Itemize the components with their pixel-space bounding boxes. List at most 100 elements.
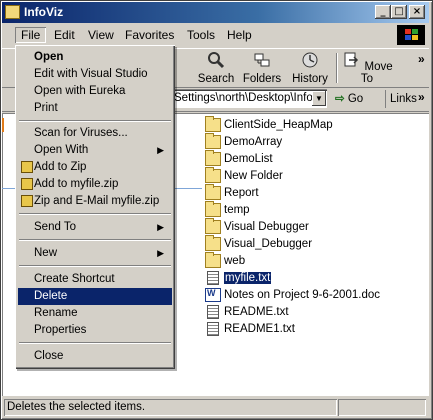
menu-item-scan-for-viruses[interactable]: Scan for Viruses... [18, 125, 172, 142]
minimize-button[interactable]: _ [375, 5, 391, 19]
file-name: DemoList [224, 152, 273, 165]
list-item[interactable]: web [205, 251, 380, 269]
menu-item-label: Delete [34, 290, 68, 302]
links-more-chevron-icon[interactable]: » [418, 90, 425, 104]
menu-item-delete[interactable]: Delete [18, 288, 172, 305]
links-button[interactable]: Links [385, 90, 417, 108]
go-label: Go [347, 93, 364, 105]
menu-item-label: Scan for Viruses... [34, 127, 128, 139]
list-item[interactable]: temp [205, 200, 380, 218]
file-name: Visual_Debugger [224, 237, 313, 250]
file-name: temp [224, 203, 250, 216]
menu-item-label: Send To [34, 221, 76, 233]
list-item[interactable]: New Folder [205, 166, 380, 184]
status-pane [338, 399, 426, 416]
menu-item-label: Print [34, 102, 58, 114]
menu-item-open-with-eureka[interactable]: Open with Eureka [18, 83, 172, 100]
go-button[interactable]: ⇨ Go [335, 90, 363, 108]
menu-item-label: Zip and E-Mail myfile.zip [34, 195, 160, 207]
menu-item-label: New [34, 247, 58, 259]
text-file-icon [207, 304, 219, 319]
list-item[interactable]: Notes on Project 9-6-2001.doc [205, 286, 380, 303]
file-list: ClientSide_HeapMap DemoArray DemoList Ne… [205, 115, 380, 337]
menu-item-label: Close [34, 350, 64, 362]
window-title: InfoViz [24, 5, 64, 19]
menu-item-label: Open with Eureka [34, 85, 126, 97]
zip-icon [21, 195, 33, 207]
menu-item-zip-and-email[interactable]: Zip and E-Mail myfile.zip [18, 193, 172, 210]
file-name: Visual Debugger [224, 220, 309, 233]
list-item[interactable]: DemoArray [205, 132, 380, 150]
submenu-arrow-icon: ▶ [157, 248, 164, 258]
menu-item-open[interactable]: Open [18, 49, 172, 66]
status-bar: Deletes the selected items. [2, 398, 429, 417]
list-item[interactable]: README.txt [205, 303, 380, 320]
address-dropdown-arrow-icon[interactable]: ▼ [312, 91, 326, 106]
submenu-arrow-icon: ▶ [157, 222, 164, 232]
move-to-button[interactable]: Move To [339, 51, 395, 85]
menu-separator [19, 342, 171, 344]
menu-help[interactable]: Help [221, 27, 258, 43]
list-item[interactable]: DemoList [205, 149, 380, 167]
history-button[interactable]: History [286, 51, 334, 85]
close-button[interactable]: × [409, 5, 425, 19]
menu-item-open-with[interactable]: Open With ▶ [18, 142, 172, 159]
menu-item-new[interactable]: New ▶ [18, 245, 172, 262]
file-name: DemoArray [224, 135, 283, 148]
move-to-icon [344, 52, 359, 67]
title-bar[interactable]: InfoViz _ □ × [2, 2, 429, 23]
menu-file[interactable]: File [15, 27, 46, 43]
history-label: History [292, 73, 328, 85]
file-name: README.txt [224, 305, 289, 318]
search-icon [208, 52, 225, 69]
list-item[interactable]: Visual Debugger [205, 217, 380, 235]
folder-icon [205, 115, 221, 132]
menu-item-send-to[interactable]: Send To ▶ [18, 219, 172, 236]
menu-item-add-to-zip[interactable]: Add to Zip [18, 159, 172, 176]
menu-item-label: Properties [34, 324, 87, 336]
menu-item-label: Open [34, 51, 64, 63]
search-label: Search [197, 73, 235, 85]
list-item[interactable]: Report [205, 183, 380, 201]
list-item-selected[interactable]: myfile.txt [205, 269, 380, 286]
menu-favorites[interactable]: Favorites [119, 27, 180, 43]
zip-icon [21, 178, 33, 190]
folder-icon [205, 217, 221, 234]
menu-item-rename[interactable]: Rename [18, 305, 172, 322]
list-item[interactable]: README1.txt [205, 320, 380, 337]
zip-icon [21, 161, 33, 173]
move-to-label: Move To [360, 61, 393, 85]
file-name: README1.txt [224, 322, 295, 335]
menu-item-label: Open With [34, 144, 89, 156]
menu-view[interactable]: View [82, 27, 120, 43]
menu-item-edit-with-visual-studio[interactable]: Edit with Visual Studio [18, 66, 172, 83]
list-item[interactable]: Visual_Debugger [205, 234, 380, 252]
menu-item-properties[interactable]: Properties [18, 322, 172, 339]
file-name: myfile.txt [222, 270, 273, 285]
go-arrow-icon: ⇨ [335, 93, 345, 105]
list-item[interactable]: ClientSide_HeapMap [205, 115, 380, 133]
menu-item-create-shortcut[interactable]: Create Shortcut [18, 271, 172, 288]
folder-icon [205, 183, 221, 200]
folder-icon [205, 200, 221, 217]
toolbar-more-chevron-icon[interactable]: » [418, 52, 425, 66]
file-menu-dropdown: Open Edit with Visual Studio Open with E… [15, 45, 175, 369]
menu-tools[interactable]: Tools [181, 27, 221, 43]
maximize-button[interactable]: □ [391, 5, 407, 19]
folder-icon [205, 251, 221, 268]
submenu-arrow-icon: ▶ [157, 145, 164, 155]
menu-item-close[interactable]: Close [18, 348, 172, 365]
menu-edit[interactable]: Edit [48, 27, 81, 43]
menu-separator [19, 239, 171, 241]
menu-item-label: Rename [34, 307, 78, 319]
address-input[interactable]: Settings\north\Desktop\InfoV [172, 89, 327, 108]
menu-item-add-to-myfile-zip[interactable]: Add to myfile.zip [18, 176, 172, 193]
search-button[interactable]: Search [192, 51, 240, 85]
folders-label: Folders [242, 73, 282, 85]
folder-icon [205, 166, 221, 183]
text-file-icon [207, 321, 219, 336]
folders-button[interactable]: Folders [238, 51, 286, 85]
file-name: New Folder [224, 169, 283, 182]
menu-item-print[interactable]: Print [18, 100, 172, 117]
tree-pane-edge [2, 118, 10, 132]
